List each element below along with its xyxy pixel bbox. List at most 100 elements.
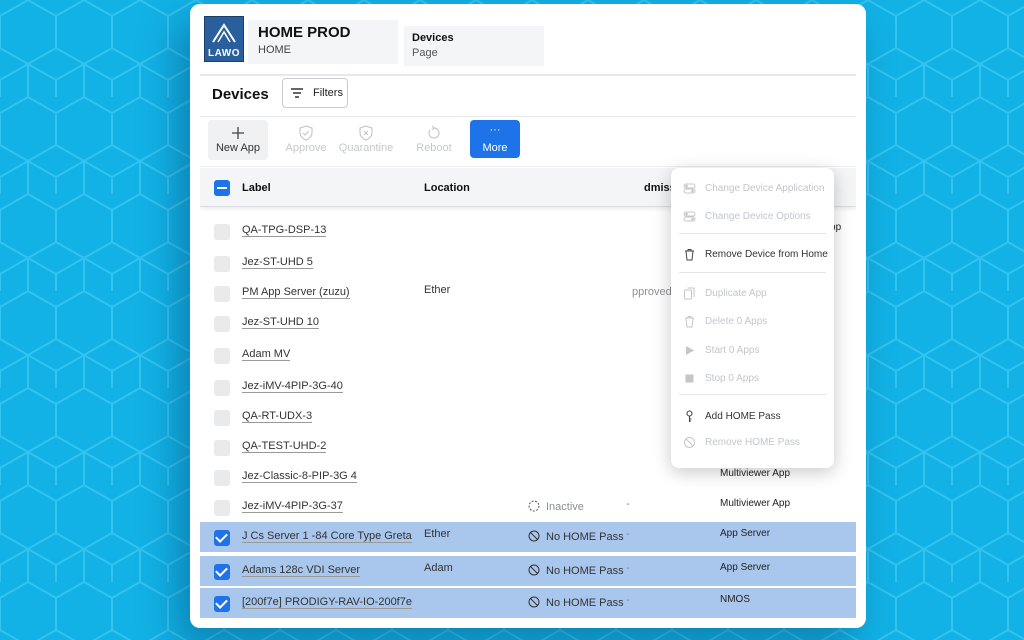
- table-row[interactable]: Jez-iMV-4PIP-3G-37 Inactive - Multiviewer A…: [200, 492, 856, 522]
- device-label-link[interactable]: Jez-iMV-4PIP-3G-37: [242, 500, 343, 513]
- row-checkbox[interactable]: [214, 256, 230, 272]
- device-label-link[interactable]: J Cs Server 1 -84 Core Type Greta: [242, 530, 412, 543]
- row-checkbox[interactable]: [214, 470, 230, 486]
- menu-item-remove-device-from-home[interactable]: Remove Device from Home: [671, 242, 834, 268]
- device-label-link[interactable]: Jez-ST-UHD 10: [242, 316, 320, 329]
- device-label-link[interactable]: Adam MV: [242, 348, 291, 361]
- lawo-logo: LAWO: [204, 16, 244, 62]
- menu-item-start-0-apps[interactable]: Start 0 Apps: [671, 338, 834, 364]
- trash-icon: [685, 249, 694, 261]
- stop-icon: [685, 374, 694, 383]
- row-checkbox[interactable]: [214, 564, 230, 580]
- row-checkbox[interactable]: [214, 530, 230, 546]
- device-status-text: No HOME Pass: [546, 531, 624, 543]
- filter-icon: [291, 88, 303, 98]
- breadcrumb-title: Devices: [412, 32, 454, 44]
- toolbar: New App Approve Quarantine Reboot ··· Mo…: [200, 116, 856, 167]
- table-row[interactable]: J Cs Server 1 -84 Core Type Greta Ether No…: [200, 522, 856, 552]
- reboot-label: Reboot: [416, 142, 452, 154]
- page-title: Devices: [212, 86, 269, 103]
- device-type: NMOS: [720, 594, 750, 605]
- app-header: LAWO HOME PROD HOME Devices Page: [190, 4, 866, 72]
- menu-item-add-home-pass[interactable]: Add HOME Pass: [671, 404, 834, 430]
- device-type: App Server: [720, 562, 771, 573]
- row-checkbox[interactable]: [214, 380, 230, 396]
- select-all-checkbox[interactable]: [214, 180, 230, 196]
- device-label-link[interactable]: Jez-ST-UHD 5: [242, 256, 313, 269]
- menu-item-delete-0-apps[interactable]: Delete 0 Apps: [671, 309, 834, 335]
- device-label-link[interactable]: [200f7e] PRODIGY-RAV-IO-200f7e: [242, 596, 412, 609]
- breadcrumb[interactable]: Devices Page: [404, 26, 544, 66]
- menu-divider: [679, 233, 826, 234]
- row-checkbox[interactable]: [214, 410, 230, 426]
- device-type: App Server: [720, 528, 771, 539]
- menu-item-label: Remove HOME Pass: [705, 437, 801, 448]
- row-checkbox[interactable]: [214, 224, 230, 240]
- device-label-link[interactable]: QA-TPG-DSP-13: [242, 224, 327, 237]
- table-row[interactable]: [200f7e] PRODIGY-RAV-IO-200f7e No HOME Pa…: [200, 588, 856, 618]
- column-location[interactable]: Location: [424, 182, 470, 194]
- device-status: pproved: [632, 286, 672, 298]
- page-header: Devices Filters: [200, 74, 856, 117]
- quarantine-button[interactable]: Quarantine: [336, 120, 396, 160]
- table-row[interactable]: Adams 128c VDI Server Adam No HOME Pass - Ap…: [200, 556, 856, 586]
- row-checkbox[interactable]: [214, 500, 230, 516]
- row-checkbox[interactable]: [214, 348, 230, 364]
- device-label-link[interactable]: Jez-Classic-8-PIP-3G 4: [242, 470, 357, 483]
- menu-item-change-device-options[interactable]: Change Device Options: [671, 204, 834, 230]
- approve-button[interactable]: Approve: [276, 120, 336, 160]
- more-menu: Change Device Application Change Device O…: [671, 168, 834, 468]
- new-app-button[interactable]: New App: [208, 120, 268, 160]
- play-icon: [686, 346, 694, 355]
- new-app-label: New App: [215, 142, 261, 154]
- menu-item-label: Remove Device from Home: [705, 249, 828, 260]
- more-icon: ···: [489, 124, 501, 136]
- device-status: No HOME Pass: [528, 564, 624, 577]
- row-checkbox[interactable]: [214, 286, 230, 302]
- menu-item-label: Change Device Application: [705, 183, 825, 194]
- shield-x-icon: [359, 125, 373, 141]
- device-label-link[interactable]: Jez-iMV-4PIP-3G-40: [242, 380, 343, 393]
- row-checkbox[interactable]: [214, 440, 230, 456]
- menu-item-label: Start 0 Apps: [705, 345, 760, 356]
- device-status: Inactive: [528, 500, 584, 513]
- device-label-link[interactable]: PM App Server (zuzu): [242, 286, 350, 299]
- device-label-link[interactable]: Adams 128c VDI Server: [242, 564, 360, 577]
- admission-value: -: [626, 562, 630, 574]
- menu-item-duplicate-app[interactable]: Duplicate App: [671, 281, 834, 307]
- device-location: Adam: [424, 562, 453, 574]
- row-checkbox[interactable]: [214, 316, 230, 332]
- device-status-text: No HOME Pass: [546, 597, 624, 609]
- device-label-link[interactable]: QA-RT-UDX-3: [242, 410, 313, 423]
- home-selector[interactable]: HOME PROD HOME: [248, 20, 398, 64]
- no-entry-icon: [528, 564, 540, 576]
- device-label-link[interactable]: QA-TEST-UHD-2: [242, 440, 327, 453]
- reboot-button[interactable]: Reboot: [404, 120, 464, 160]
- menu-item-change-device-application[interactable]: Change Device Application: [671, 176, 834, 202]
- key-icon: [686, 410, 693, 422]
- duplicate-icon: [684, 287, 695, 300]
- no-entry-icon: [528, 530, 540, 542]
- no-entry-icon: [528, 596, 540, 608]
- more-label: More: [482, 142, 508, 154]
- menu-item-label: Stop 0 Apps: [705, 373, 759, 384]
- toggle-icon: [683, 183, 696, 194]
- menu-item-remove-home-pass[interactable]: Remove HOME Pass: [671, 430, 834, 456]
- column-label[interactable]: Label: [242, 182, 271, 194]
- menu-item-label: Add HOME Pass: [705, 411, 781, 422]
- filters-button[interactable]: Filters: [282, 78, 348, 108]
- home-subtitle: HOME: [258, 44, 291, 56]
- shield-check-icon: [299, 125, 313, 141]
- device-status: No HOME Pass: [528, 530, 624, 543]
- menu-item-label: Duplicate App: [705, 288, 767, 299]
- row-checkbox[interactable]: [214, 596, 230, 612]
- menu-item-stop-0-apps[interactable]: Stop 0 Apps: [671, 366, 834, 392]
- more-button[interactable]: ··· More: [470, 120, 520, 158]
- menu-item-label: Delete 0 Apps: [705, 316, 768, 327]
- no-entry-icon: [684, 437, 695, 448]
- menu-divider: [679, 394, 826, 395]
- trash-icon: [685, 316, 694, 328]
- device-location: Ether: [424, 284, 451, 296]
- device-status-text: No HOME Pass: [546, 565, 624, 577]
- device-status: No HOME Pass: [528, 596, 624, 609]
